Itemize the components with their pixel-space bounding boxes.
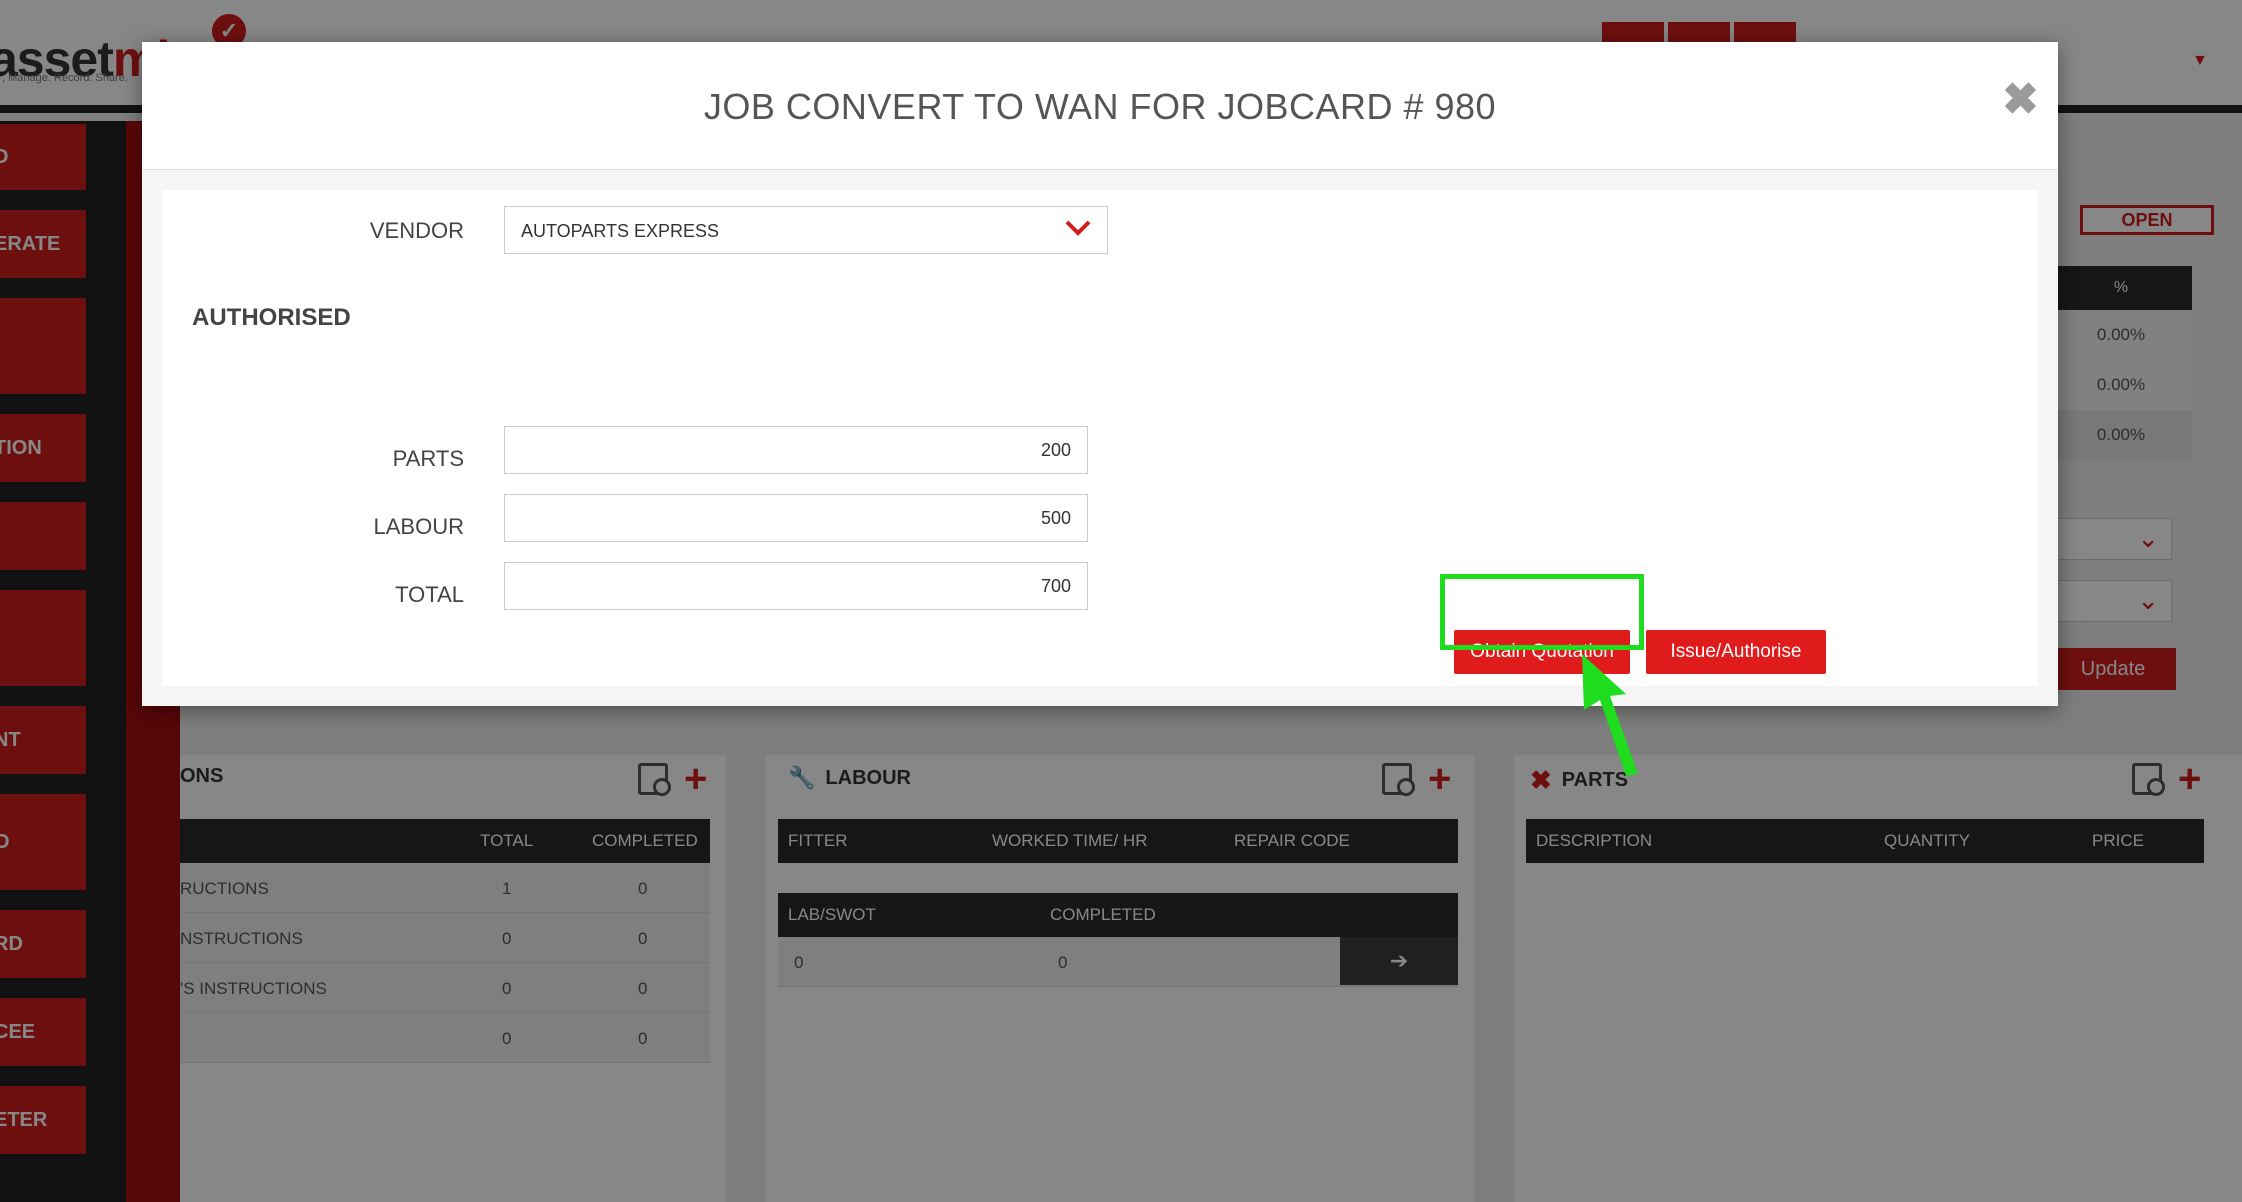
issue-authorise-button[interactable]: Issue/Authorise xyxy=(1646,630,1826,674)
chevron-down-icon xyxy=(1065,220,1091,236)
job-convert-modal: JOB CONVERT TO WAN FOR JOBCARD # 980 ✖ V… xyxy=(142,42,2058,706)
labour-label: LABOUR xyxy=(373,514,464,539)
close-icon[interactable]: ✖ xyxy=(2002,78,2039,122)
modal-header: JOB CONVERT TO WAN FOR JOBCARD # 980 ✖ xyxy=(142,42,2058,170)
modal-title: JOB CONVERT TO WAN FOR JOBCARD # 980 xyxy=(703,86,1497,127)
total-amount-field[interactable]: 700 xyxy=(504,562,1088,610)
total-label: TOTAL xyxy=(395,582,464,607)
parts-label: PARTS xyxy=(392,446,464,471)
vendor-selected-value: AUTOPARTS EXPRESS xyxy=(521,221,720,241)
parts-amount-field[interactable]: 200 xyxy=(504,426,1088,474)
pointer-arrow-icon xyxy=(1582,654,1638,776)
modal-body: VENDOR AUTOPARTS EXPRESS AUTHORISED PART… xyxy=(162,190,2038,686)
authorised-heading: AUTHORISED xyxy=(192,304,351,331)
highlight-box xyxy=(1440,574,1644,650)
vendor-select[interactable]: AUTOPARTS EXPRESS xyxy=(504,206,1108,254)
vendor-label: VENDOR xyxy=(369,218,464,243)
labour-amount-field[interactable]: 500 xyxy=(504,494,1088,542)
